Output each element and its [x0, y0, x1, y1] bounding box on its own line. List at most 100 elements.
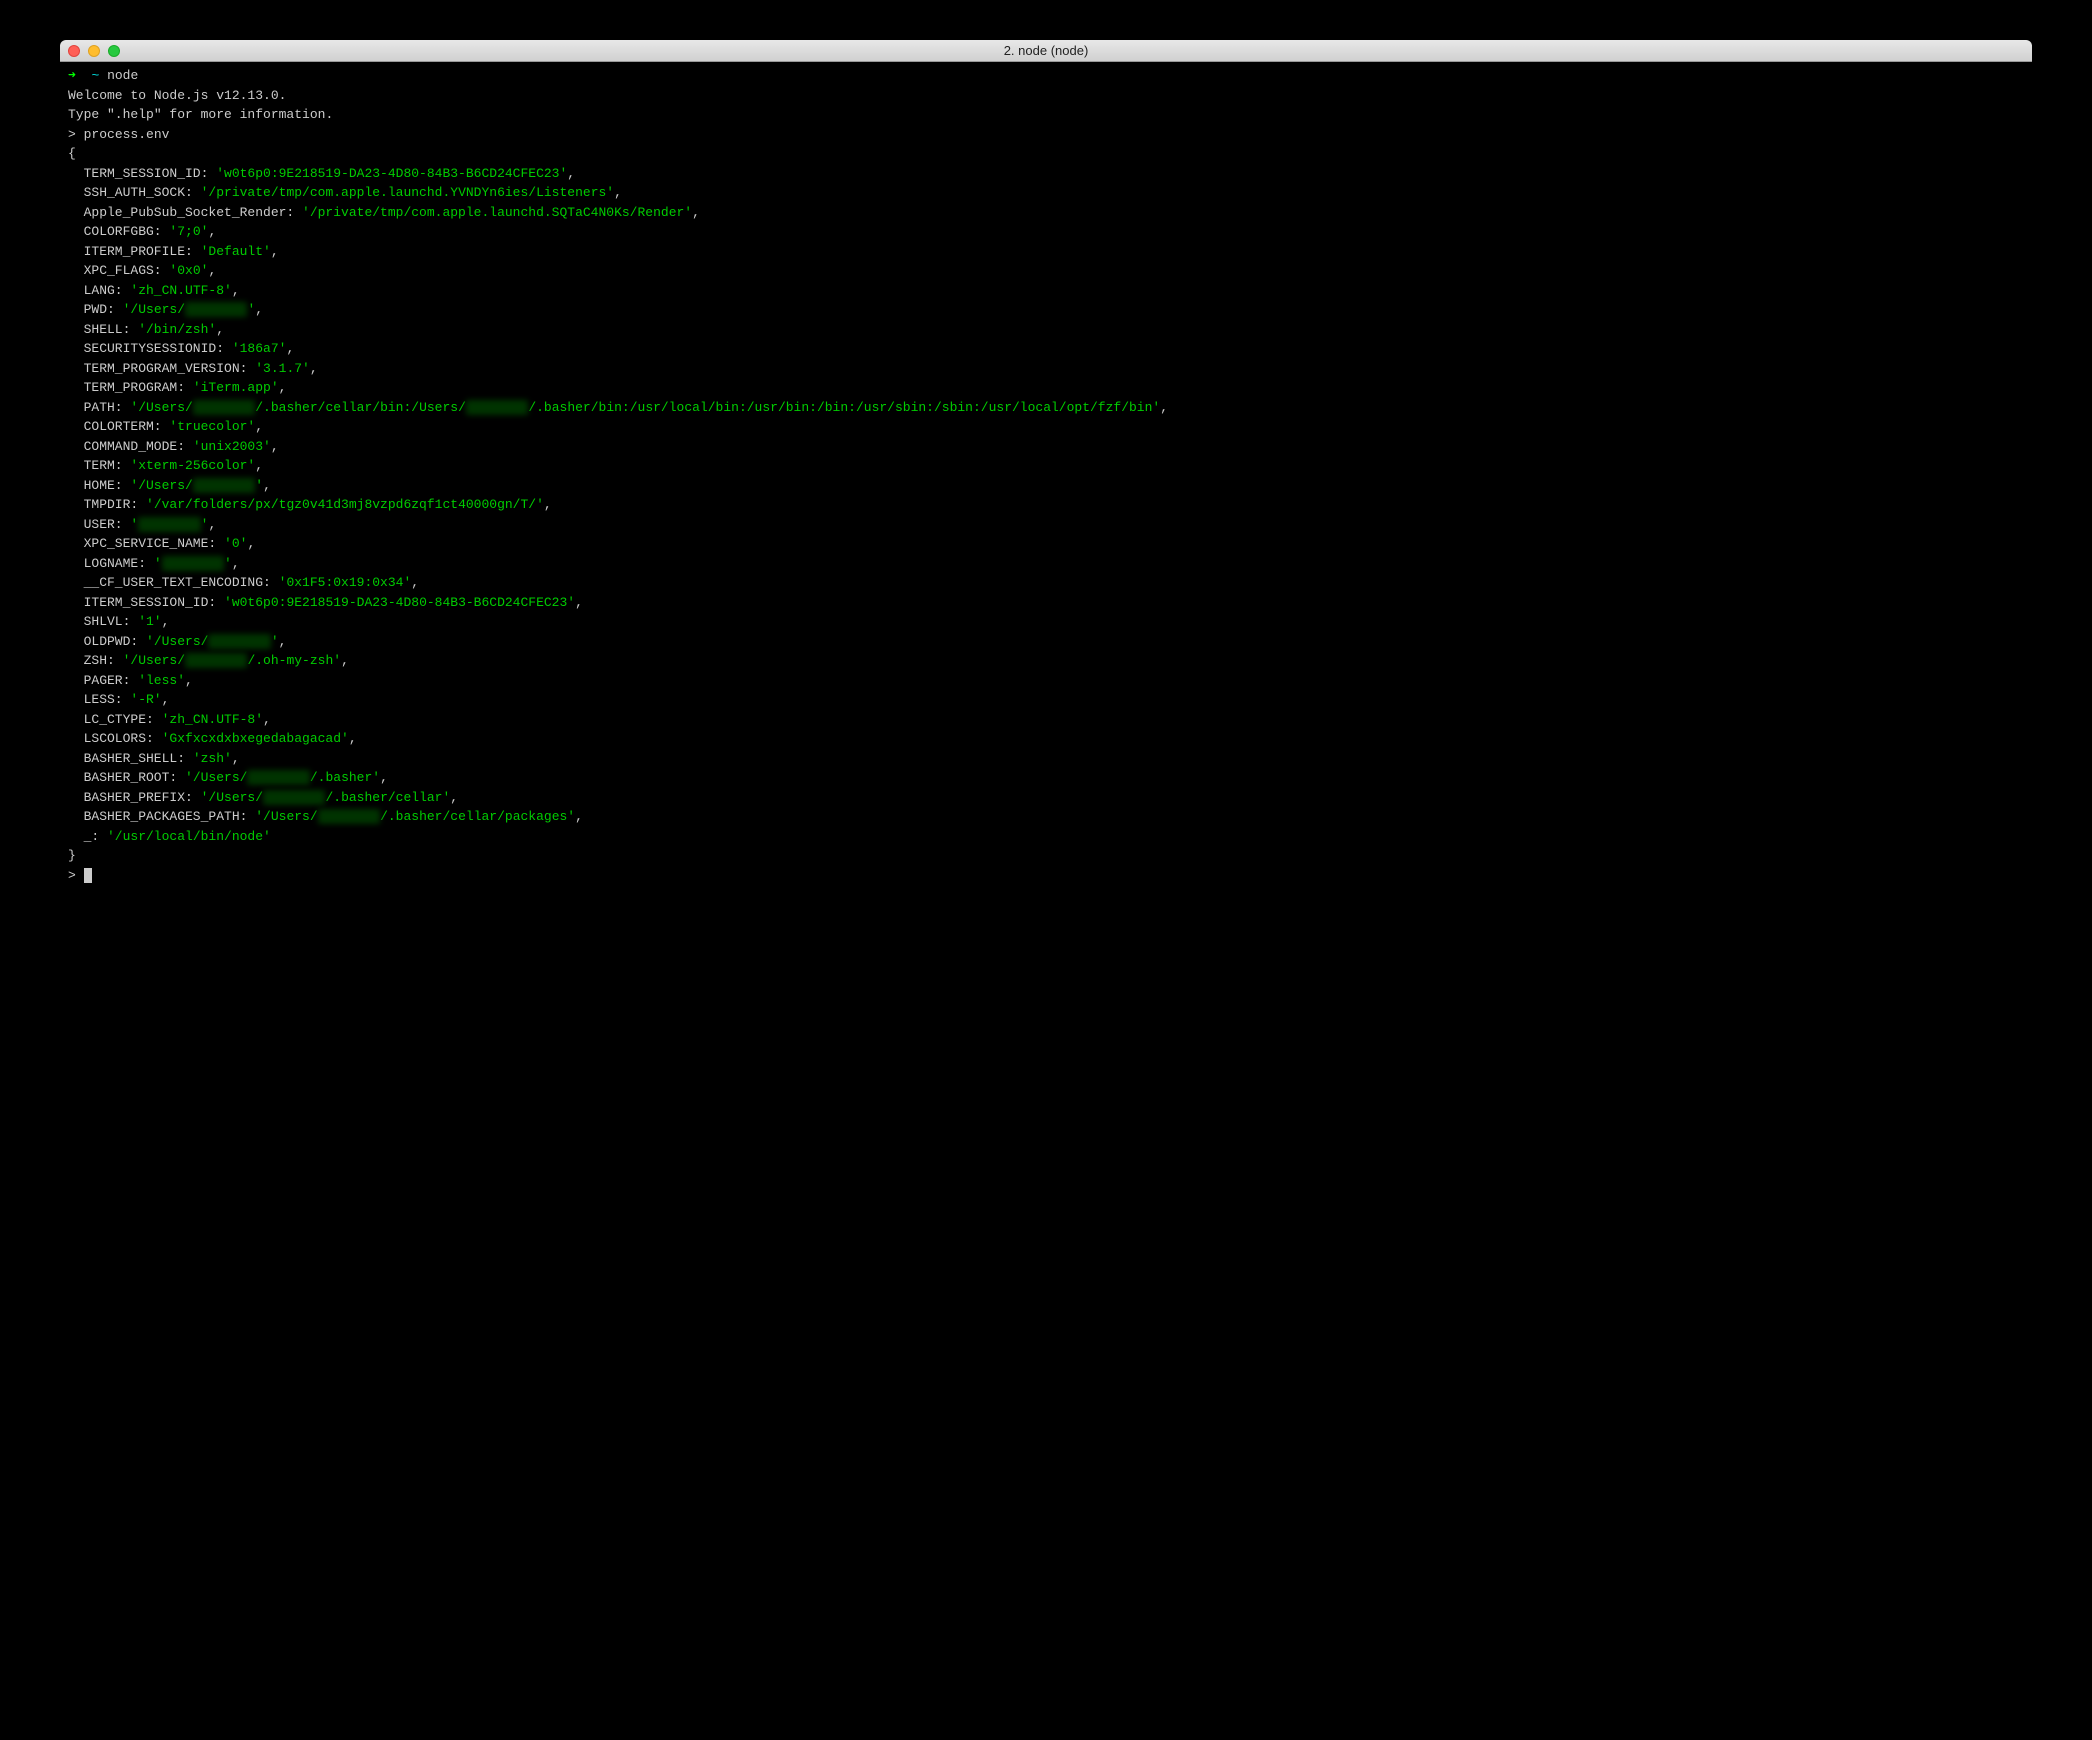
- env-entry: COLORTERM: 'truecolor',: [68, 417, 2024, 437]
- env-entry: LANG: 'zh_CN.UTF-8',: [68, 281, 2024, 301]
- env-key: ITERM_SESSION_ID:: [84, 595, 224, 610]
- env-value-pre: '/Users/: [130, 478, 192, 493]
- env-value: 'truecolor': [169, 419, 255, 434]
- env-key: BASHER_PREFIX:: [84, 790, 201, 805]
- env-entry: ITERM_PROFILE: 'Default',: [68, 242, 2024, 262]
- env-key: LOGNAME:: [84, 556, 154, 571]
- env-entry: PAGER: 'less',: [68, 671, 2024, 691]
- env-entry: TERM_PROGRAM: 'iTerm.app',: [68, 378, 2024, 398]
- env-entry: XPC_SERVICE_NAME: '0',: [68, 534, 2024, 554]
- env-key: TERM_PROGRAM:: [84, 380, 193, 395]
- env-value: '/bin/zsh': [138, 322, 216, 337]
- env-key: USER:: [84, 517, 131, 532]
- env-value-pre: '/Users/: [123, 653, 185, 668]
- env-entry: Apple_PubSub_Socket_Render: '/private/tm…: [68, 203, 2024, 223]
- comma: ,: [349, 731, 357, 746]
- env-entry: COMMAND_MODE: 'unix2003',: [68, 437, 2024, 457]
- env-value: 'xterm-256color': [130, 458, 255, 473]
- prompt-cwd: ~: [91, 68, 99, 83]
- env-entry: USER: 'xxxxxxxx',: [68, 515, 2024, 535]
- window-title: 2. node (node): [68, 41, 2024, 61]
- close-button[interactable]: [68, 45, 80, 57]
- redacted-text: xxxxxxxx: [193, 400, 255, 415]
- env-value: 'zsh': [193, 751, 232, 766]
- env-value: '-R': [130, 692, 161, 707]
- env-value: 'w0t6p0:9E218519-DA23-4D80-84B3-B6CD24CF…: [216, 166, 567, 181]
- env-entry: ITERM_SESSION_ID: 'w0t6p0:9E218519-DA23-…: [68, 593, 2024, 613]
- comma: ,: [310, 361, 318, 376]
- env-entry: _: '/usr/local/bin/node': [68, 827, 2024, 847]
- env-key: _:: [84, 829, 107, 844]
- redacted-text: xxxxxxxx: [208, 634, 270, 649]
- repl-input-line: > process.env: [68, 125, 2024, 145]
- env-value-post: /.basher/cellar/packages': [380, 809, 575, 824]
- env-value: 'zh_CN.UTF-8': [162, 712, 263, 727]
- env-entry: LESS: '-R',: [68, 690, 2024, 710]
- comma: ,: [575, 595, 583, 610]
- env-value-pre: '/Users/: [146, 634, 208, 649]
- env-key: SECURITYSESSIONID:: [84, 341, 232, 356]
- env-value-post: /.basher/bin:/usr/local/bin:/usr/bin:/bi…: [528, 400, 1160, 415]
- env-key: ZSH:: [84, 653, 123, 668]
- repl-command: process.env: [84, 127, 170, 142]
- env-value-pre: '/Users/: [255, 809, 317, 824]
- env-entry: HOME: '/Users/xxxxxxxx',: [68, 476, 2024, 496]
- comma: ,: [544, 497, 552, 512]
- env-value: '1': [138, 614, 161, 629]
- comma: ,: [247, 536, 255, 551]
- redacted-text: xxxxxxxx: [263, 790, 325, 805]
- env-value: 'less': [138, 673, 185, 688]
- env-value: '/var/folders/px/tgz0v41d3mj8vzpd6zqf1ct…: [146, 497, 544, 512]
- comma: ,: [232, 751, 240, 766]
- env-value: 'Default': [201, 244, 271, 259]
- env-key: SHELL:: [84, 322, 139, 337]
- window-titlebar: 2. node (node): [60, 40, 2032, 62]
- maximize-button[interactable]: [108, 45, 120, 57]
- env-value-pre: '/Users/: [123, 302, 185, 317]
- env-entry: SSH_AUTH_SOCK: '/private/tmp/com.apple.l…: [68, 183, 2024, 203]
- comma: ,: [271, 244, 279, 259]
- env-value: '/private/tmp/com.apple.launchd.SQTaC4N0…: [302, 205, 692, 220]
- comma: ,: [411, 575, 419, 590]
- env-value-post: ': [224, 556, 232, 571]
- env-value-pre: ': [154, 556, 162, 571]
- env-value: '3.1.7': [255, 361, 310, 376]
- traffic-lights: [68, 45, 120, 57]
- env-key: SHLVL:: [84, 614, 139, 629]
- terminal-window: 2. node (node) ➜ ~ nodeWelcome to Node.j…: [60, 40, 2032, 889]
- env-value: '/private/tmp/com.apple.launchd.YVNDYn6i…: [201, 185, 614, 200]
- comma: ,: [208, 224, 216, 239]
- redacted-text: xxxxxxxx: [247, 770, 309, 785]
- prompt-arrow-icon: ➜: [68, 68, 76, 83]
- env-entry: LOGNAME: 'xxxxxxxx',: [68, 554, 2024, 574]
- comma: ,: [567, 166, 575, 181]
- env-key: PATH:: [84, 400, 131, 415]
- env-key: SSH_AUTH_SOCK:: [84, 185, 201, 200]
- comma: ,: [255, 302, 263, 317]
- env-key: COLORFGBG:: [84, 224, 170, 239]
- redacted-text: xxxxxxxx: [193, 478, 255, 493]
- redacted-text: xxxxxxxx: [185, 302, 247, 317]
- env-value: 'iTerm.app': [193, 380, 279, 395]
- redacted-text: xxxxxxxx: [162, 556, 224, 571]
- env-key: BASHER_SHELL:: [84, 751, 193, 766]
- comma: ,: [286, 341, 294, 356]
- repl-prompt-2: >: [68, 868, 76, 883]
- env-key: XPC_SERVICE_NAME:: [84, 536, 224, 551]
- env-value-post: /.oh-my-zsh': [247, 653, 341, 668]
- redacted-text: xxxxxxxx: [466, 400, 528, 415]
- env-key: OLDPWD:: [84, 634, 146, 649]
- env-value: 'unix2003': [193, 439, 271, 454]
- minimize-button[interactable]: [88, 45, 100, 57]
- env-entry: PWD: '/Users/xxxxxxxx',: [68, 300, 2024, 320]
- env-entry: SHLVL: '1',: [68, 612, 2024, 632]
- env-entry: COLORFGBG: '7;0',: [68, 222, 2024, 242]
- env-key: TMPDIR:: [84, 497, 146, 512]
- env-entry: BASHER_PACKAGES_PATH: '/Users/xxxxxxxx/.…: [68, 807, 2024, 827]
- comma: ,: [232, 556, 240, 571]
- terminal-body[interactable]: ➜ ~ nodeWelcome to Node.js v12.13.0.Type…: [60, 62, 2032, 889]
- env-entry: PATH: '/Users/xxxxxxxx/.basher/cellar/bi…: [68, 398, 2024, 418]
- open-brace: {: [68, 144, 2024, 164]
- comma: ,: [216, 322, 224, 337]
- env-value: '0x1F5:0x19:0x34': [279, 575, 412, 590]
